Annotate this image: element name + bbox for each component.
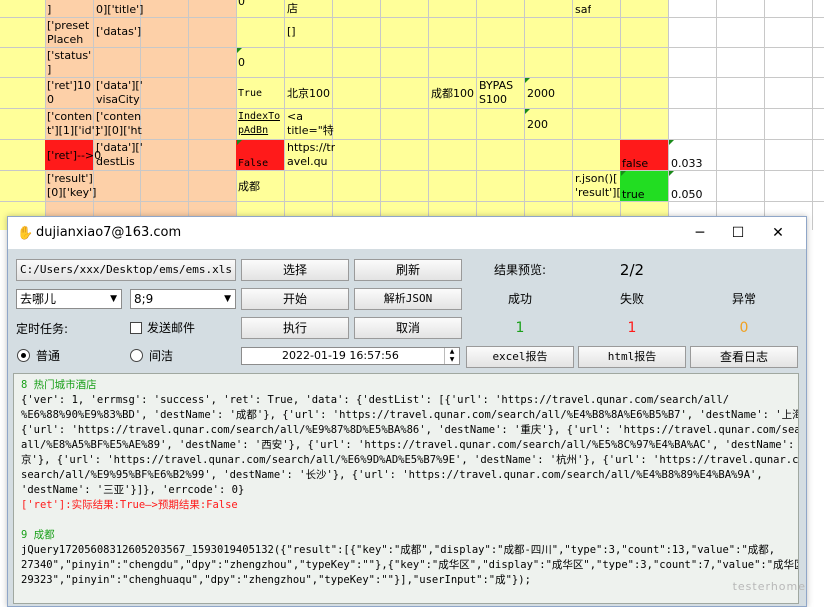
sheet-cell: 0.033 (671, 157, 703, 170)
destination-select[interactable]: 去哪儿 ▼ (16, 289, 122, 309)
log-entry-body: {'ver': 1, 'errmsg': 'success', 'ret': T… (21, 394, 799, 496)
window-title: dujianxiao7@163.com (36, 225, 182, 240)
log-entry-header: 9 成都 (21, 529, 55, 541)
timed-task-label: 定时任务: (16, 322, 69, 336)
log-entry-header: 8 热门城市酒店 (21, 379, 97, 391)
normal-radio[interactable] (17, 349, 30, 362)
col-a (0, 0, 45, 230)
chevron-down-icon: ▼ (110, 294, 117, 304)
parse-json-button[interactable]: 解析JSON (354, 288, 462, 310)
title-bar[interactable]: ✋ dujianxiao7@163.com ─ ☐ ✕ (8, 217, 806, 249)
select-button[interactable]: 选择 (241, 259, 349, 281)
sheet-cell: ] (47, 3, 52, 16)
sheet-cell: 店 (287, 2, 298, 15)
html-report-button[interactable]: html报告 (578, 346, 686, 368)
datetime-value: 2022-01-19 16:57:56 (282, 349, 399, 362)
app-icon: ✋ (17, 226, 34, 241)
sheet-cell: 0.050 (671, 188, 703, 201)
sheet-cell: False (238, 158, 269, 169)
fail-label: 失败 (619, 292, 644, 306)
sheet-cell: 200 (527, 118, 548, 131)
error-label: 异常 (731, 292, 756, 306)
sheet-cell: [] (287, 25, 296, 38)
sheet-cell: true (622, 188, 645, 201)
interval-label: 间洁 (149, 349, 174, 363)
sheet-cell: ['conten t'][1]['id'] (47, 110, 99, 137)
col-g2 (524, 0, 572, 230)
send-mail-checkbox[interactable] (130, 322, 142, 334)
col-f (428, 0, 476, 230)
spin-arrows-icon[interactable]: ▲ ▼ (444, 348, 459, 364)
sheet-cell: ['ret']10 0 (47, 79, 91, 106)
sheet-cell: false (622, 157, 649, 170)
view-log-button[interactable]: 查看日志 (690, 346, 798, 368)
main-panel: C:/Users/xxx/Desktop/ems/ems.xls 选择 刷新 结… (8, 249, 806, 606)
watermark: testerhome (732, 580, 806, 593)
sheet-cell: True (238, 88, 263, 99)
error-count: 0 (739, 320, 749, 336)
interval-radio[interactable] (130, 349, 143, 362)
sheet-cell: 0 (238, 56, 245, 69)
start-button[interactable]: 开始 (241, 288, 349, 310)
sheet-cell: r.json()[ 'result'][ (575, 172, 621, 199)
sheet-cell: IndexTo pAdBn (238, 111, 281, 136)
normal-label: 普通 (36, 349, 61, 363)
sheet-cell: 北京100 (287, 87, 330, 100)
log-entry-error: ['ret']:实际结果:True—>预期结果:False (21, 499, 238, 511)
refresh-button[interactable]: 刷新 (354, 259, 462, 281)
result-log[interactable]: 8 热门城市酒店 {'ver': 1, 'errmsg': 'success',… (13, 373, 799, 604)
datetime-picker[interactable]: 2022-01-19 16:57:56 ▲ ▼ (241, 347, 460, 365)
sheet-cell: 0]['title'] (96, 3, 144, 16)
close-button[interactable]: ✕ (762, 221, 794, 245)
sheet-cell: <a title="特 (287, 110, 334, 137)
sheet-cell: saf (575, 3, 592, 16)
preview-label: 结果预览: (493, 263, 547, 277)
sheet-cell: ['status' ] (47, 49, 92, 76)
app-window: ✋ dujianxiao7@163.com ─ ☐ ✕ C:/Users/xxx… (7, 216, 807, 607)
range-select-value: 8;9 (134, 292, 154, 306)
excel-report-button[interactable]: excel报告 (466, 346, 574, 368)
sheet-cell: ['preset Placeh (47, 19, 90, 46)
spreadsheet-background: ] 0]['title'] 0 店 saf ['preset Placeh ['… (0, 0, 824, 230)
minimize-button[interactable]: ─ (684, 221, 716, 245)
log-entry-body: jQuery17205608312605203567_1593019405132… (21, 544, 799, 586)
destination-select-value: 去哪儿 (20, 292, 57, 306)
sheet-cell: BYPAS S100 (479, 79, 514, 106)
sheet-cell: ['data'][' visaCity (96, 79, 143, 106)
col-g (476, 0, 524, 230)
maximize-button[interactable]: ☐ (722, 221, 754, 245)
cancel-button[interactable]: 取消 (354, 317, 462, 339)
chevron-down-icon: ▼ (224, 294, 231, 304)
preview-value: 2/2 (619, 261, 645, 279)
success-label: 成功 (507, 292, 532, 306)
sheet-cell: 成都 (238, 180, 260, 193)
fail-count: 1 (627, 320, 637, 336)
range-select[interactable]: 8;9 ▼ (130, 289, 236, 309)
execute-button[interactable]: 执行 (241, 317, 349, 339)
sheet-cell: ['ret']-->0 (47, 149, 102, 162)
send-mail-label: 发送邮件 (147, 321, 196, 335)
sheet-cell: 成都100 (431, 87, 474, 100)
sheet-cell: ['data'][' destLis (96, 141, 143, 168)
sheet-cell: https://tr avel.qu (287, 141, 336, 168)
sheet-cell: 2000 (527, 87, 555, 100)
sheet-cell: ['result'] [0]['key'] (47, 172, 97, 199)
success-count: 1 (515, 320, 525, 336)
file-path-button[interactable]: C:/Users/xxx/Desktop/ems/ems.xls (16, 259, 236, 281)
sheet-cell: ['datas'] (96, 25, 142, 38)
sheet-cell: ['conten t'][0]['ht (96, 110, 142, 137)
sheet-cell: 0 (238, 0, 245, 8)
